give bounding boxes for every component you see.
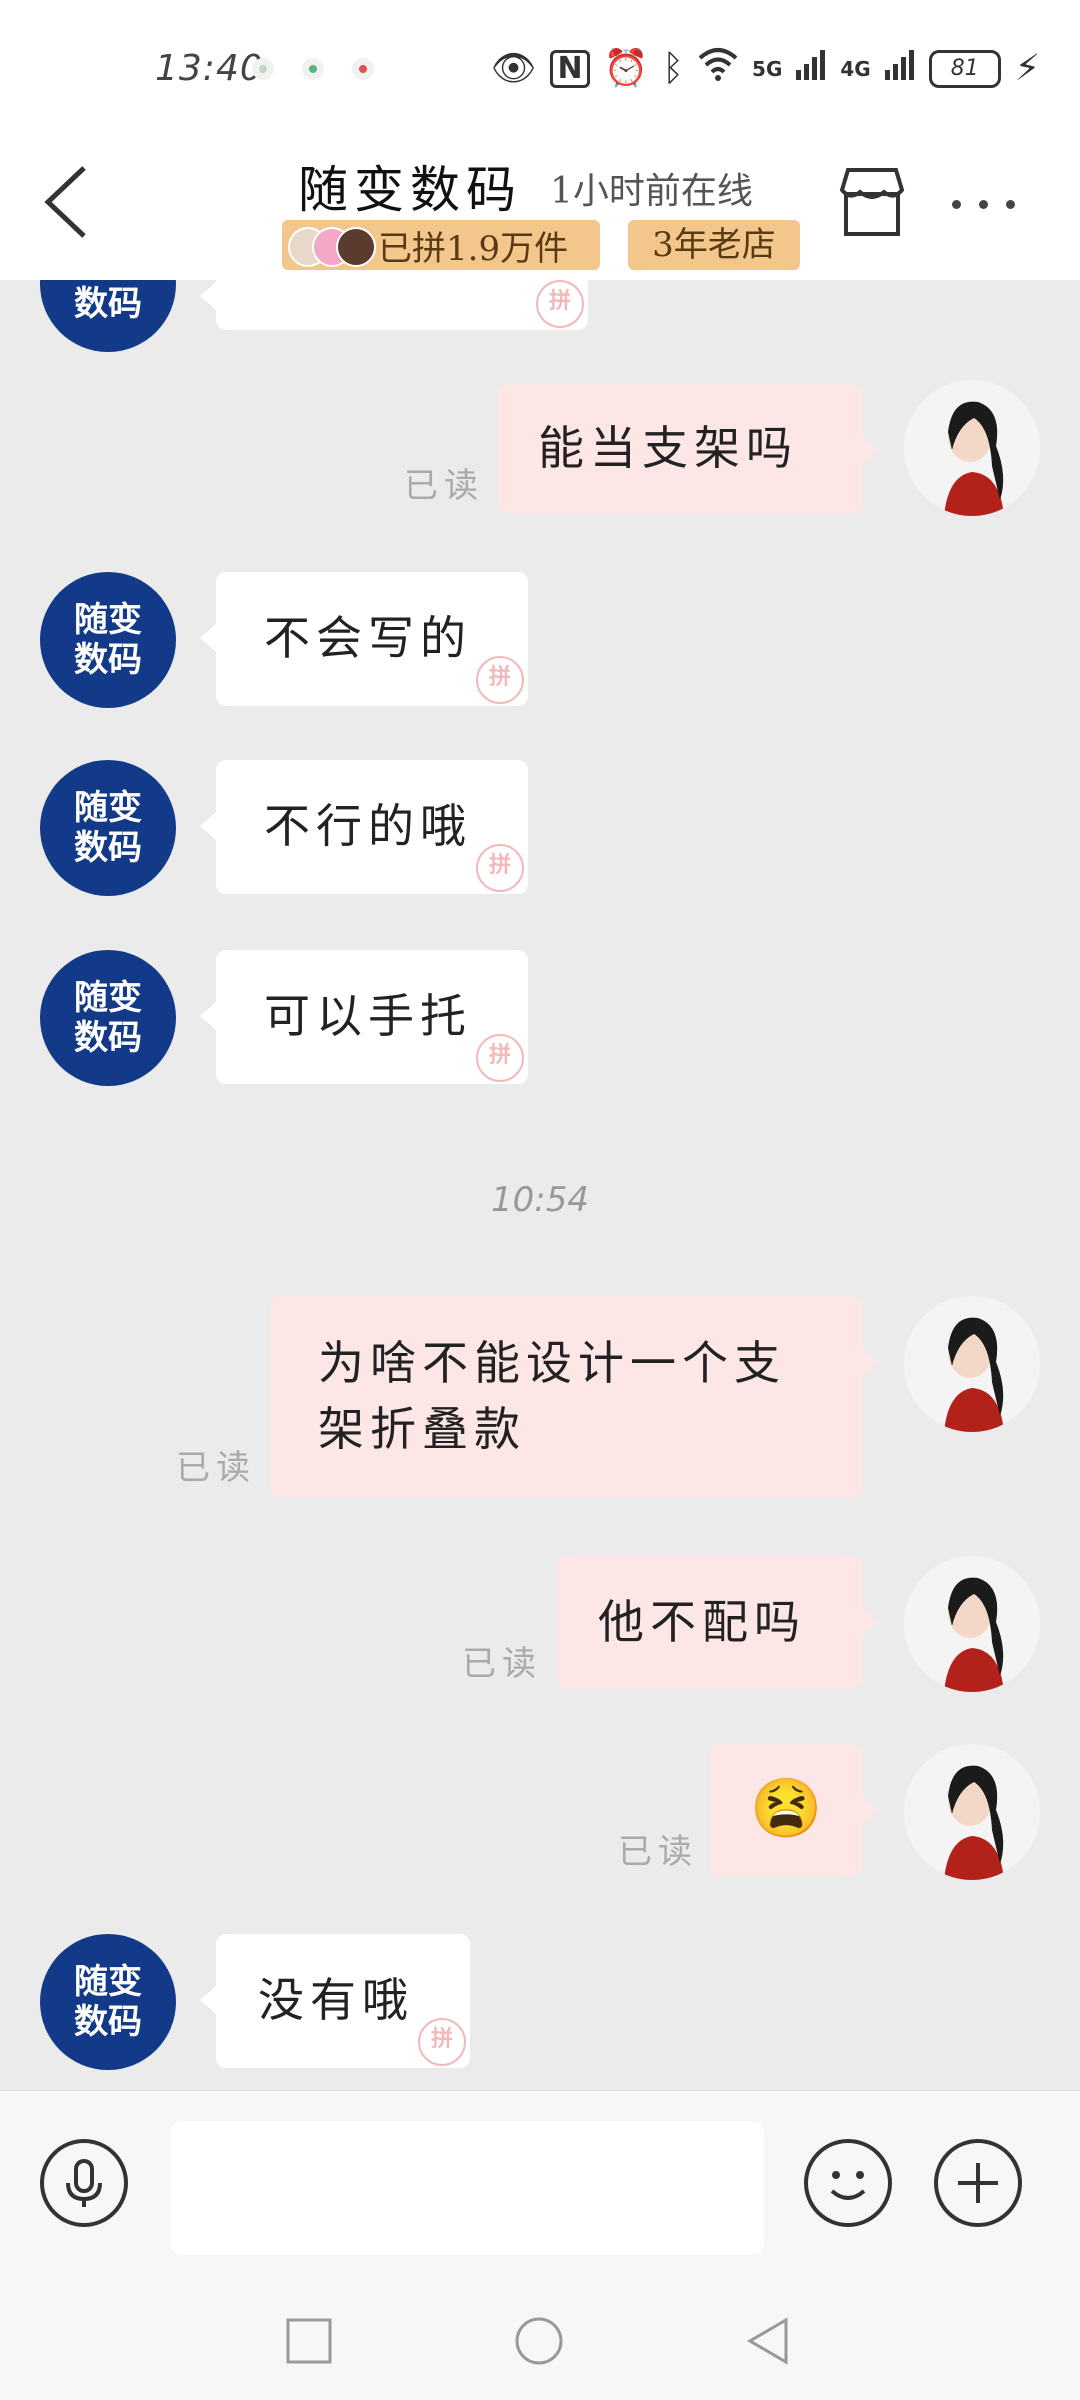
pin-mark-icon: 拼 [476, 844, 524, 892]
triangle-back-icon [747, 2317, 788, 2365]
pinned-count: 已拼1.9万件 [378, 228, 569, 269]
back-button[interactable] [36, 150, 116, 250]
message-text: 没有哦 [258, 1973, 414, 2027]
shop-avatar-label: 随变 数码 [74, 978, 142, 1058]
emoji-button[interactable] [804, 2139, 892, 2227]
shop-avatar-label: 随变 数码 [74, 1962, 142, 2042]
notification-icons [252, 58, 374, 80]
signal-icon [884, 48, 915, 89]
alarm-icon: ⏰ [603, 47, 649, 89]
more-icon[interactable] [952, 200, 1015, 209]
message-bubble[interactable]: 可以手托 拼 [200, 950, 528, 1084]
shop-avatar-label: 随变 数码 [74, 788, 142, 868]
input-bar [0, 2090, 1080, 2281]
shop-avatar[interactable]: 随变 数码 [40, 280, 176, 352]
user-avatar[interactable] [904, 1296, 1040, 1432]
shop-name[interactable]: 随变数码 [298, 150, 522, 222]
user-avatar[interactable] [904, 380, 1040, 516]
years-badge: 3年老店 [628, 220, 800, 270]
pin-mark-icon: 拼 [536, 280, 584, 328]
status-bar: 13:40 👁 N ⏰ ᛒ 5G 4G 81 ⚡ [0, 0, 1080, 140]
pin-mark-icon: 拼 [476, 656, 524, 704]
read-status: 已读 [462, 1644, 542, 1684]
pinned-badge: 已拼1.9万件 [282, 220, 600, 270]
chat-list[interactable]: 随变 数码 拼 已读 能当支架吗 随变 数码 不会写的 拼 随变 数码 不行的哦… [0, 280, 1080, 2090]
circle-icon [515, 2317, 563, 2365]
shop-avatar[interactable]: 随变 数码 [40, 950, 176, 1086]
timestamp: 10:54 [491, 1180, 589, 1220]
store-icon[interactable] [832, 162, 912, 242]
network-4g: 4G [840, 56, 871, 81]
back-nav-button[interactable] [744, 2316, 794, 2366]
message-text: 为啥不能设计一个支架折叠款 [318, 1336, 786, 1456]
user-avatar[interactable] [904, 1556, 1040, 1692]
eye-icon: 👁 [490, 47, 537, 89]
read-status: 已读 [404, 466, 484, 506]
online-status: 1小时前在线 [550, 171, 753, 212]
message-text: 能当支架吗 [538, 421, 798, 475]
square-icon [286, 2318, 332, 2364]
message-bubble[interactable]: 能当支架吗 [498, 384, 878, 514]
message-input[interactable] [170, 2121, 764, 2255]
message-text: 😫 [750, 1774, 823, 1842]
message-text: 可以手托 [264, 989, 472, 1043]
message-text: 不行的哦 [264, 799, 472, 853]
wifi-icon [698, 46, 738, 91]
message-text: 不会写的 [264, 611, 472, 665]
microphone-icon [66, 2159, 102, 2207]
avatar [336, 227, 376, 267]
message-bubble[interactable]: 为啥不能设计一个支架折叠款 [270, 1296, 878, 1498]
message-bubble[interactable]: 不行的哦 拼 [200, 760, 528, 894]
status-time: 13:40 [155, 48, 264, 89]
smile-icon [830, 2171, 866, 2200]
charging-icon: ⚡ [1014, 47, 1040, 89]
shop-avatar[interactable]: 随变 数码 [40, 760, 176, 896]
notification-icon [352, 58, 374, 80]
message-text: 他不配吗 [598, 1595, 806, 1649]
notification-icon [252, 58, 274, 80]
shop-avatar[interactable]: 随变 数码 [40, 1934, 176, 2070]
notification-icon [302, 58, 324, 80]
system-nav-bar [0, 2280, 1080, 2400]
pin-mark-icon: 拼 [476, 1034, 524, 1082]
shop-avatar[interactable]: 随变 数码 [40, 572, 176, 708]
chat-header: 随变数码 1小时前在线 已拼1.9万件 3年老店 [0, 140, 1080, 280]
message-bubble[interactable]: 不会写的 拼 [200, 572, 528, 706]
message-bubble[interactable]: 没有哦 拼 [200, 1934, 470, 2068]
buyer-avatars [288, 225, 376, 267]
plus-icon [958, 2163, 998, 2203]
nfc-icon: N [550, 49, 590, 88]
network-5g: 5G [752, 56, 783, 81]
system-icons: 👁 N ⏰ ᛒ 5G 4G 81 ⚡ [491, 46, 1040, 91]
voice-button[interactable] [40, 2139, 128, 2227]
message-bubble[interactable]: 😫 [710, 1744, 878, 1876]
shop-avatar-label: 随变 数码 [74, 280, 142, 324]
add-button[interactable] [934, 2139, 1022, 2227]
home-button[interactable] [514, 2316, 564, 2366]
recents-button[interactable] [284, 2316, 334, 2366]
read-status: 已读 [618, 1832, 698, 1872]
read-status: 已读 [176, 1448, 256, 1488]
message-bubble[interactable]: 他不配吗 [556, 1556, 878, 1688]
message-bubble[interactable]: 拼 [200, 280, 588, 330]
bluetooth-icon: ᛒ [662, 47, 685, 89]
signal-icon [796, 48, 826, 89]
battery-icon: 81 [928, 49, 1001, 88]
pin-mark-icon: 拼 [418, 2018, 466, 2066]
shop-avatar-label: 随变 数码 [74, 600, 142, 680]
user-avatar[interactable] [904, 1744, 1040, 1880]
